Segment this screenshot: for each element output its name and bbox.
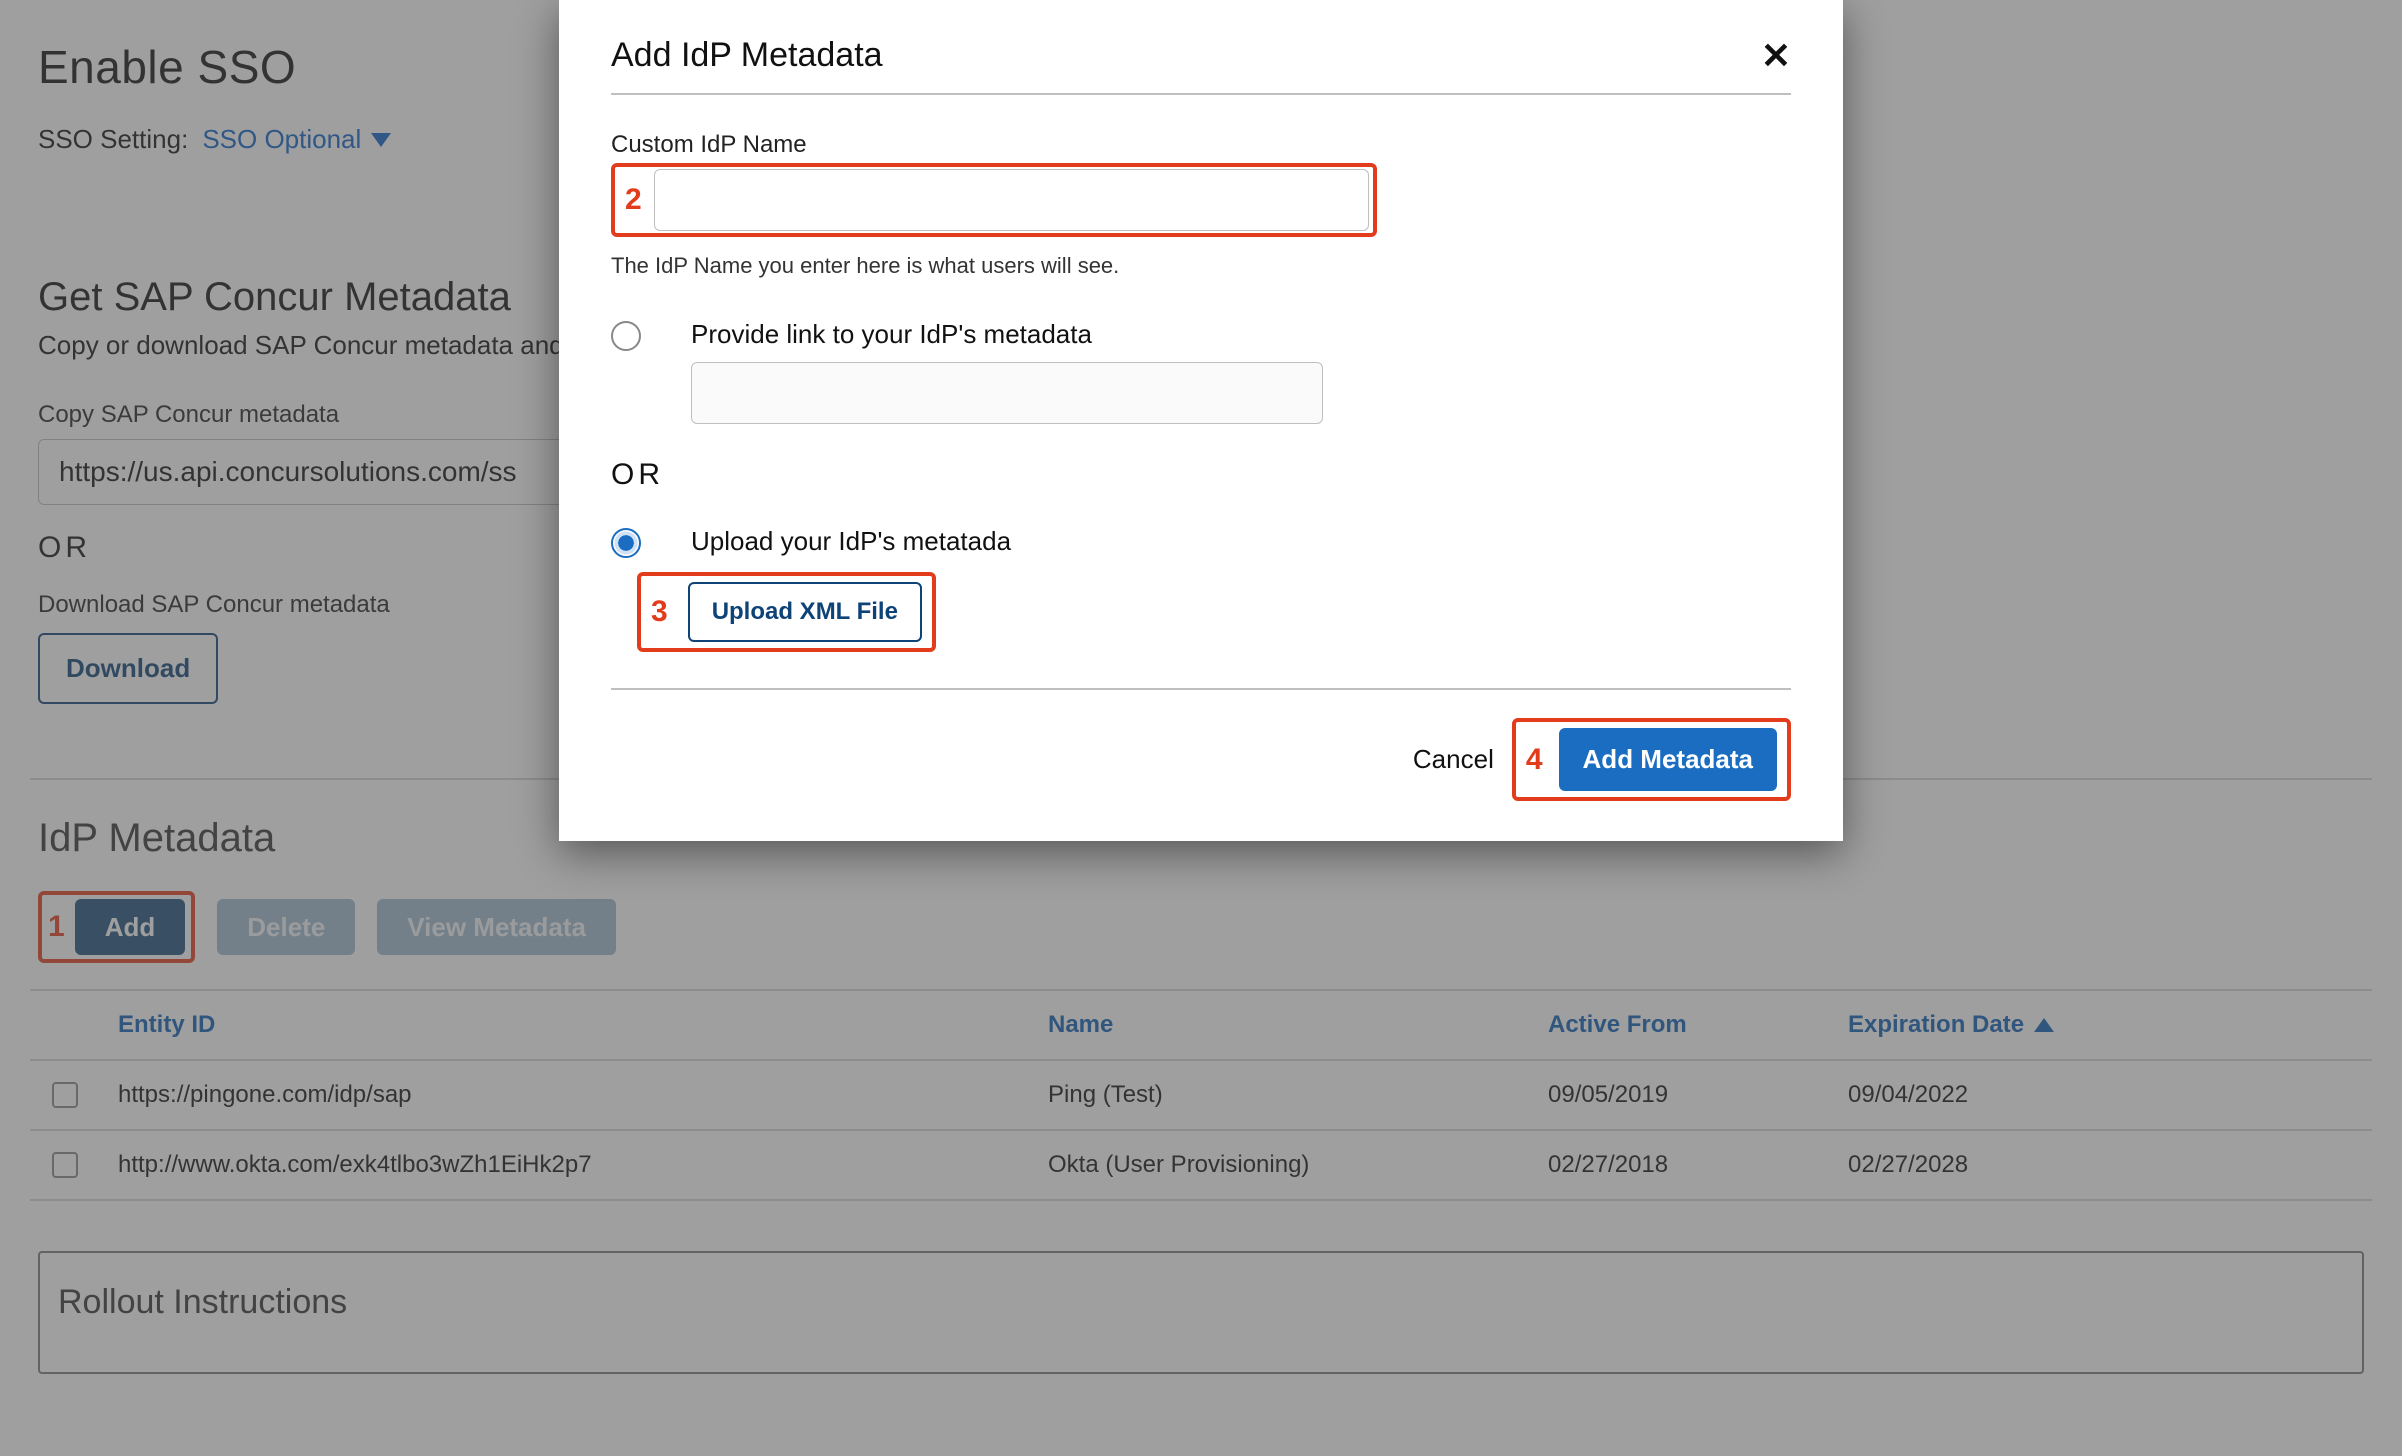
cancel-button[interactable]: Cancel [1413,744,1494,775]
callout-number: 2 [625,183,642,217]
callout-number: 4 [1526,743,1543,777]
callout-number: 3 [651,595,668,629]
custom-idp-name-hint: The IdP Name you enter here is what user… [611,253,1791,279]
callout-3: 3 Upload XML File [637,572,936,652]
custom-idp-name-label: Custom IdP Name [611,131,1791,159]
add-idp-metadata-modal: Add IdP Metadata ✕ Custom IdP Name 2 The… [559,0,1843,841]
add-metadata-button[interactable]: Add Metadata [1559,728,1777,791]
radio-provide-link-label: Provide link to your IdP's metadata [691,319,1323,350]
callout-4: 4 Add Metadata [1512,718,1791,801]
modal-divider [611,93,1791,95]
close-icon[interactable]: ✕ [1761,38,1791,74]
or-separator: OR [611,458,1791,492]
radio-provide-link[interactable] [611,321,641,351]
idp-metadata-link-input[interactable] [691,362,1323,424]
radio-upload-metadata-label: Upload your IdP's metatada [691,526,1011,557]
modal-title: Add IdP Metadata [611,36,883,75]
upload-xml-button[interactable]: Upload XML File [688,582,922,642]
modal-divider [611,688,1791,690]
custom-idp-name-input[interactable] [654,169,1369,231]
callout-2: 2 [611,163,1377,237]
radio-upload-metadata[interactable] [611,528,641,558]
